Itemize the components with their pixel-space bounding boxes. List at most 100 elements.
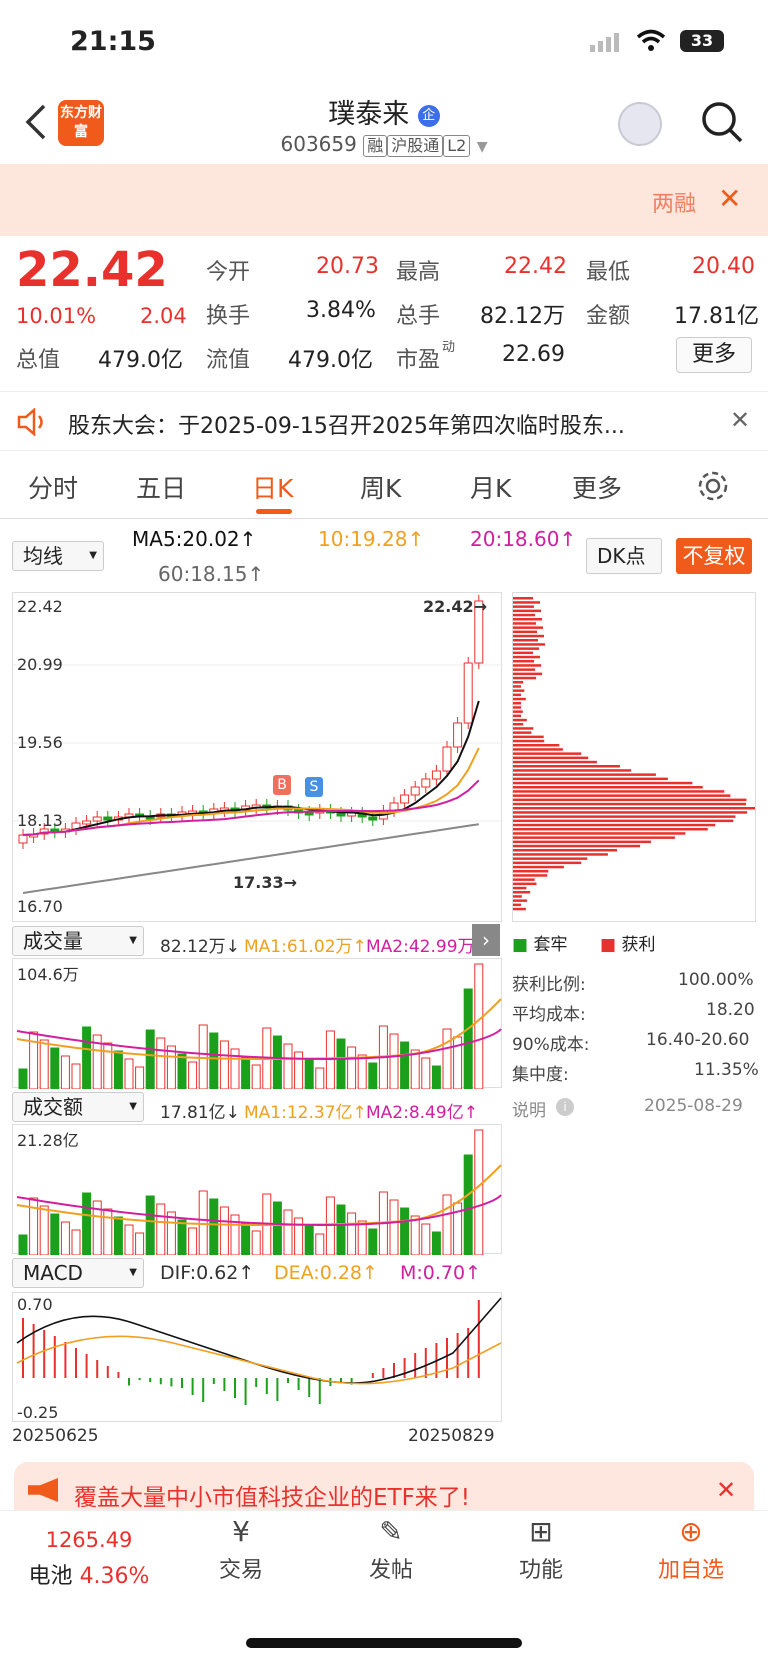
tab-5day[interactable]: 五日 bbox=[136, 469, 186, 505]
ma-select[interactable]: 均线 ▼ bbox=[12, 541, 104, 571]
amount-ma1: MA1:12.37亿↑ bbox=[244, 1103, 367, 1123]
tab-intraday[interactable]: 分时 bbox=[28, 469, 78, 505]
chevron-right-icon[interactable]: › bbox=[472, 924, 500, 956]
chip-legend-profit: ■ 获利 bbox=[600, 935, 656, 955]
volume-bar bbox=[177, 1053, 187, 1090]
concentration-value: 11.35% bbox=[694, 1060, 759, 1080]
amount-bar bbox=[113, 1216, 123, 1256]
amount-bar bbox=[368, 1228, 378, 1256]
search-icon[interactable] bbox=[700, 100, 744, 148]
sector-index[interactable]: 1265.49 电池 4.36% bbox=[14, 1528, 164, 1590]
chip-bar bbox=[513, 605, 534, 608]
amount-bar bbox=[304, 1225, 314, 1256]
more-button[interactable]: 更多 bbox=[676, 337, 752, 373]
amount-bar bbox=[421, 1223, 431, 1256]
price-top: 22.42 bbox=[17, 597, 63, 616]
volume-bar bbox=[71, 1063, 81, 1090]
amount-chart[interactable]: 21.28亿 bbox=[12, 1124, 502, 1256]
chip-bar bbox=[513, 844, 641, 848]
price-2: 20.99 bbox=[17, 655, 63, 674]
chip-bar bbox=[513, 731, 532, 734]
amount-bar bbox=[198, 1190, 208, 1256]
profit-ratio-label: 获利比例: bbox=[512, 975, 586, 995]
adjust-button[interactable]: 不复权 bbox=[676, 538, 752, 574]
volume-bar bbox=[60, 1055, 70, 1090]
price-4: 18.13 bbox=[17, 811, 63, 830]
chip-bar bbox=[513, 781, 693, 785]
volume-bar bbox=[389, 1033, 399, 1090]
chip-note[interactable]: 说明 bbox=[512, 1096, 546, 1121]
tab-more[interactable]: 更多 bbox=[572, 469, 622, 505]
chip-bar bbox=[513, 794, 731, 797]
info-icon[interactable]: i bbox=[556, 1098, 574, 1116]
macd-chart[interactable]: 0.70 -0.25 bbox=[12, 1292, 502, 1422]
volume-bar bbox=[198, 1024, 208, 1090]
tag-margin: 融 bbox=[363, 135, 388, 157]
turnover-value: 3.84% bbox=[306, 298, 376, 323]
post-button[interactable]: ✎ 发帖 bbox=[346, 1512, 436, 1584]
volume-bar bbox=[336, 1038, 346, 1090]
kline-chart[interactable]: 22.42 20.99 19.56 18.13 16.70 22.42→ 17.… bbox=[12, 592, 503, 922]
volume-bar bbox=[474, 963, 484, 1090]
settings-icon[interactable] bbox=[696, 469, 730, 507]
volume-bar bbox=[156, 1037, 166, 1090]
robot-avatar-icon[interactable] bbox=[618, 102, 662, 146]
sell-marker[interactable]: S bbox=[305, 777, 323, 797]
candle bbox=[453, 722, 463, 748]
date-start: 20250625 bbox=[12, 1426, 99, 1446]
function-button[interactable]: ⊞ 功能 bbox=[496, 1512, 586, 1584]
macd-dea: DEA:0.28↑ bbox=[274, 1262, 378, 1284]
chip-bar bbox=[513, 861, 582, 865]
float-value: 479.0亿 bbox=[288, 348, 373, 373]
chip-bar bbox=[513, 697, 526, 701]
close-icon[interactable]: ✕ bbox=[718, 182, 741, 215]
amount-bar bbox=[325, 1196, 335, 1256]
chip-bar bbox=[513, 668, 536, 671]
chip-bar bbox=[513, 777, 668, 781]
amount-bar bbox=[294, 1217, 304, 1256]
amount-bar bbox=[60, 1221, 70, 1256]
tag-connect: 沪股通 bbox=[387, 135, 444, 157]
chip-bar bbox=[513, 744, 560, 747]
volume-bar bbox=[272, 1035, 282, 1090]
clock: 21:15 bbox=[70, 26, 156, 57]
tab-daily[interactable]: 日K bbox=[252, 469, 293, 505]
volume-chart[interactable]: 104.6万 bbox=[12, 958, 502, 1090]
chip-bar bbox=[513, 786, 703, 789]
margin-banner[interactable]: 两融 ✕ bbox=[0, 164, 768, 236]
amount-label: 金额 bbox=[586, 304, 631, 329]
buy-marker[interactable]: B bbox=[273, 775, 291, 795]
dk-button[interactable]: DK点 bbox=[586, 538, 662, 574]
notice-text: 股东大会：于2025-09-15召开2025年第四次临时股东... bbox=[68, 414, 625, 439]
status-bar: 21:15 33 bbox=[0, 0, 768, 90]
volume-bar bbox=[325, 1030, 335, 1090]
candle bbox=[431, 770, 441, 780]
amount-select[interactable]: 成交额 ▼ bbox=[12, 1092, 144, 1122]
dea-line bbox=[16, 1335, 502, 1385]
chip-bar bbox=[513, 878, 535, 881]
tab-weekly[interactable]: 周K bbox=[360, 469, 401, 505]
close-icon[interactable]: ✕ bbox=[716, 1476, 736, 1504]
chip-bar bbox=[513, 886, 527, 890]
grid-icon: ⊞ bbox=[529, 1515, 553, 1548]
volume-bar bbox=[50, 1047, 60, 1090]
macd-select[interactable]: MACD ▼ bbox=[12, 1258, 144, 1288]
pe-label: 市盈 bbox=[396, 348, 441, 373]
volume-bar bbox=[209, 1032, 219, 1090]
chip-bar bbox=[513, 819, 734, 823]
trade-button[interactable]: ¥ 交易 bbox=[196, 1512, 286, 1584]
tab-monthly[interactable]: 月K bbox=[470, 469, 511, 505]
amount-bar bbox=[410, 1215, 420, 1256]
chip-bar bbox=[513, 853, 608, 856]
notice-bar[interactable]: 股东大会：于2025-09-15召开2025年第四次临时股东... ✕ bbox=[0, 391, 768, 451]
chip-bar bbox=[513, 609, 541, 613]
close-icon[interactable]: ✕ bbox=[730, 406, 750, 434]
chip-bar bbox=[513, 601, 540, 604]
add-watchlist-button[interactable]: ⊕ 加自选 bbox=[646, 1512, 736, 1584]
volume-bar bbox=[442, 1028, 452, 1090]
chip-bar bbox=[513, 836, 675, 839]
candle bbox=[336, 812, 346, 817]
ma10-value: 10:19.28↑ bbox=[318, 527, 425, 551]
date-end: 20250829 bbox=[408, 1426, 495, 1446]
volume-select[interactable]: 成交量 ▼ bbox=[12, 926, 144, 956]
